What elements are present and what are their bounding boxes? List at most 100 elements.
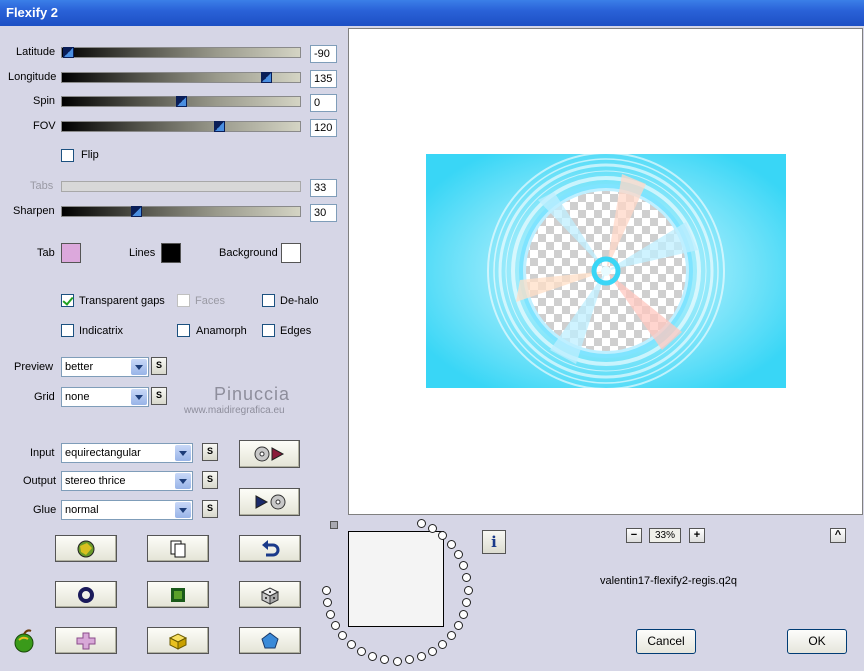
longitude-field[interactable]: 135 [310,70,337,88]
input-label: Input [30,447,55,459]
glue-label: Glue [33,504,57,516]
preset-dot[interactable] [380,655,390,665]
spin-field[interactable]: 0 [310,94,337,112]
glue-select[interactable]: normal [61,500,193,520]
grid-s-button[interactable]: S [151,387,167,405]
collapse-button[interactable]: ^ [830,528,846,543]
copy-button[interactable] [147,535,209,562]
preset-dot[interactable] [338,631,348,641]
pentagon-button[interactable] [239,627,301,654]
preset-dot[interactable] [404,655,414,665]
preset-dot[interactable] [325,609,335,619]
preview-select-value: better [65,361,94,373]
flip-checkbox[interactable] [61,149,74,162]
apple-logo-icon[interactable] [11,628,37,654]
preset-dot[interactable] [453,621,463,630]
tabs-slider [61,181,301,192]
cube-button[interactable] [147,627,209,654]
indicatrix-checkbox[interactable] [61,324,74,337]
preset-dot[interactable] [462,597,472,607]
longitude-slider[interactable] [61,72,301,83]
lines-color-swatch[interactable] [161,243,181,263]
sharpen-slider[interactable] [61,206,301,217]
output-s-button[interactable]: S [202,471,218,489]
play-reverse-button[interactable] [239,488,300,516]
preset-dot[interactable] [416,652,426,662]
preset-dot[interactable] [446,539,456,549]
de-halo-checkbox[interactable] [262,294,275,307]
preset-dot[interactable] [463,585,473,595]
glue-select-value: normal [65,504,99,516]
undo-button[interactable] [239,535,301,562]
thumbnail-preview[interactable] [348,531,444,627]
preset-dot[interactable] [331,621,340,630]
watermark-url: www.maidiregrafica.eu [184,405,285,416]
glue-s-button[interactable]: S [202,500,218,518]
tabs-field[interactable]: 33 [310,179,337,197]
zoom-in-button[interactable]: + [689,528,705,543]
preset-dot[interactable] [438,531,448,541]
preview-label: Preview [14,361,54,373]
preset-dot[interactable] [357,646,366,656]
cross-button[interactable] [55,627,117,654]
chevron-down-icon[interactable] [175,445,191,461]
latitude-field[interactable]: -90 [310,45,337,63]
dice-button[interactable] [239,581,301,608]
preset-dot[interactable] [346,639,356,649]
preset-dot[interactable] [438,639,448,649]
frame-button[interactable] [147,581,209,608]
spin-slider[interactable] [61,96,301,107]
latitude-slider[interactable] [61,47,301,58]
sharpen-label: Sharpen [13,205,55,217]
preview-image [426,154,786,388]
input-select[interactable]: equirectangular [61,443,193,463]
chevron-down-icon[interactable] [131,389,147,405]
preview-select[interactable]: better [61,357,149,377]
fov-slider[interactable] [61,121,301,132]
ok-button[interactable]: OK [787,629,847,654]
ring-icon [78,586,94,603]
sharpen-field[interactable]: 30 [310,204,337,222]
grid-select[interactable]: none [61,387,149,407]
longitude-label: Longitude [8,71,57,83]
preset-dot[interactable] [428,524,437,533]
preset-dot[interactable] [392,656,402,666]
sharpen-slider-thumb[interactable] [131,206,142,217]
chevron-down-icon[interactable] [131,359,147,375]
longitude-slider-thumb[interactable] [261,72,272,83]
preset-dot[interactable] [446,631,456,641]
preset-dot[interactable] [416,518,426,528]
transparent-gaps-checkbox[interactable] [61,294,74,307]
cancel-button[interactable]: Cancel [636,629,696,654]
corner-handle[interactable] [330,521,338,529]
zoom-out-button[interactable]: − [626,528,642,543]
chevron-down-icon[interactable] [175,502,191,518]
preset-dot[interactable] [453,550,463,559]
info-button[interactable]: i [482,530,506,554]
preview-s-button[interactable]: S [151,357,167,375]
fov-field[interactable]: 120 [310,119,337,137]
play-forward-button[interactable] [239,440,300,468]
chevron-down-icon[interactable] [175,473,191,489]
random-shape-button[interactable] [55,535,117,562]
preset-dot[interactable] [322,597,332,607]
fov-slider-thumb[interactable] [214,121,225,132]
output-select[interactable]: stereo thrice [61,471,193,491]
latitude-slider-thumb[interactable] [63,47,74,58]
edges-checkbox[interactable] [262,324,275,337]
preset-dot[interactable] [459,561,469,571]
anamorph-checkbox[interactable] [177,324,190,337]
preset-dot[interactable] [368,652,378,662]
background-color-swatch[interactable] [281,243,301,263]
preset-dot[interactable] [428,646,437,656]
spin-label: Spin [33,95,56,107]
zoom-level: 33% [649,528,681,543]
preset-dot[interactable] [459,609,469,619]
preset-dot[interactable] [462,573,472,583]
tab-color-swatch[interactable] [61,243,81,263]
input-s-button[interactable]: S [202,443,218,461]
spin-slider-thumb[interactable] [176,96,187,107]
transparent-gaps-label: Transparent gaps [79,295,165,307]
preset-dot[interactable] [321,585,331,595]
ring-button[interactable] [55,581,117,608]
